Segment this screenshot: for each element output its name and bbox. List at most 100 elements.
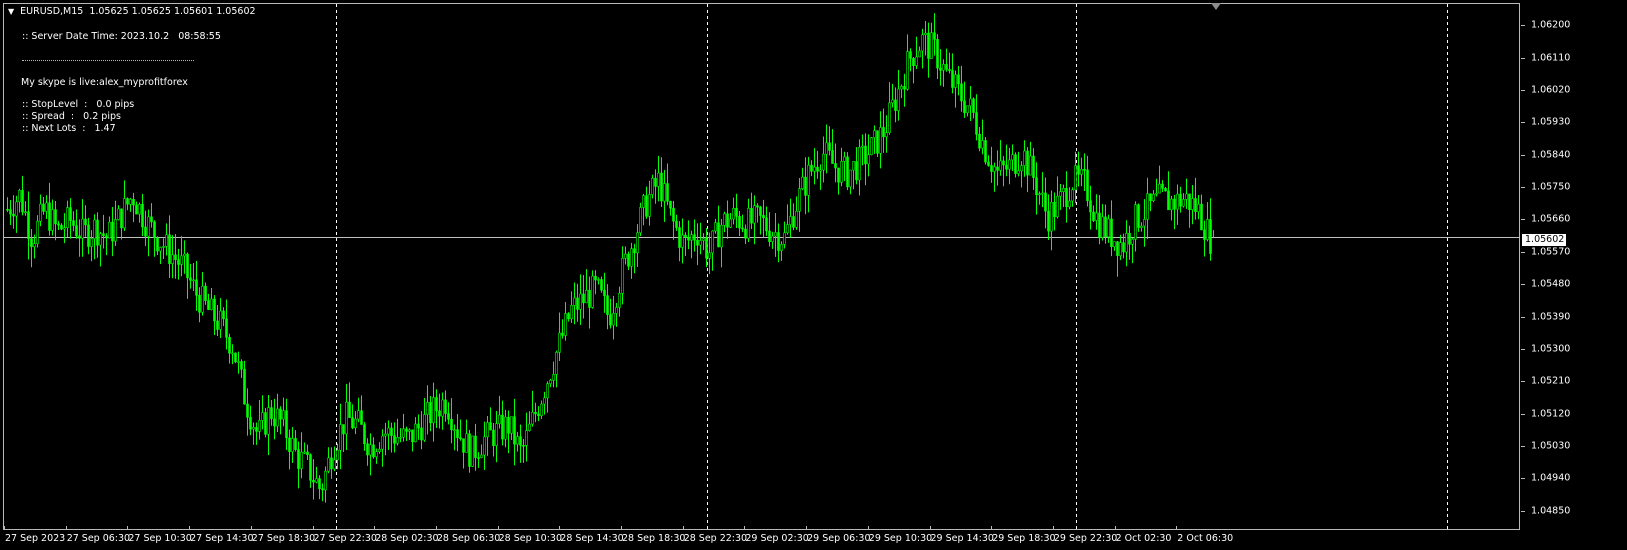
candle <box>966 105 969 117</box>
candle <box>444 390 447 422</box>
candle <box>1029 141 1032 176</box>
price-tick <box>1521 187 1525 189</box>
chart-shift-marker[interactable] <box>1211 3 1221 10</box>
candle <box>471 435 474 467</box>
candle <box>954 70 957 108</box>
price-chart[interactable] <box>0 0 1521 530</box>
candle <box>549 378 552 388</box>
candle <box>840 147 843 187</box>
candle <box>456 414 459 452</box>
candle <box>324 466 327 503</box>
candle <box>135 201 138 215</box>
candle <box>78 219 81 257</box>
candle <box>642 193 645 226</box>
candle <box>12 195 15 229</box>
candle <box>792 203 795 231</box>
price-tick <box>1521 381 1525 383</box>
candle <box>870 136 873 156</box>
time-axis[interactable]: 27 Sep 2023 27 Sep 06:30 27 Sep 10:30 27 Se… <box>0 526 1521 550</box>
candle <box>1161 180 1164 192</box>
candle <box>30 229 33 268</box>
candle <box>795 196 798 230</box>
candle <box>273 398 276 440</box>
candle <box>390 422 393 453</box>
candle <box>1173 195 1176 230</box>
candle <box>447 402 450 425</box>
price-axis[interactable]: 1.06200 1.06110 1.06020 1.05930 1.05840 1.057… <box>1521 3 1627 530</box>
chart-header: ▼ EURUSD,M15 1.05625 1.05625 1.05601 1.0… <box>8 6 256 17</box>
candle <box>1014 152 1017 178</box>
candle <box>810 160 813 177</box>
candle <box>996 150 999 186</box>
candle <box>153 220 156 257</box>
time-tick <box>744 526 746 530</box>
candle <box>1083 153 1086 191</box>
candle <box>666 163 669 206</box>
time-tick <box>1114 526 1116 530</box>
candle <box>300 432 303 479</box>
candle <box>204 282 207 305</box>
candle <box>1098 195 1101 245</box>
candle <box>198 287 201 323</box>
candle <box>174 234 177 279</box>
candle <box>825 124 828 174</box>
candle <box>279 406 282 435</box>
candle <box>513 398 516 466</box>
candle <box>105 233 108 256</box>
time-label: 27 Sep 2023 <box>5 533 66 544</box>
candle <box>1005 144 1008 177</box>
candle <box>582 275 585 319</box>
candle <box>774 212 777 257</box>
candle <box>189 263 192 289</box>
candle <box>1038 191 1041 205</box>
candle <box>942 59 945 87</box>
candle <box>144 210 147 246</box>
candle <box>288 429 291 470</box>
candle <box>111 206 114 257</box>
candle <box>516 432 519 452</box>
price-label: 1.05210 <box>1531 375 1571 387</box>
candle <box>1041 172 1044 208</box>
candle <box>573 282 576 325</box>
candle <box>999 140 1002 176</box>
candle <box>192 263 195 292</box>
candle <box>231 344 234 365</box>
candle <box>1125 220 1128 267</box>
candle <box>126 197 129 211</box>
candle <box>1092 205 1095 222</box>
candle <box>114 200 117 247</box>
candle <box>540 400 543 419</box>
candle <box>921 28 924 69</box>
candle <box>195 260 198 311</box>
candle <box>177 248 180 280</box>
candle <box>1044 177 1047 229</box>
candle <box>744 224 747 245</box>
candle <box>474 423 477 471</box>
candle <box>333 446 336 472</box>
candle <box>699 222 702 255</box>
candle <box>201 271 204 316</box>
candle <box>612 295 615 340</box>
chart-menu-arrow-icon[interactable]: ▼ <box>8 7 14 16</box>
candle <box>624 246 627 265</box>
time-label: 28 Sep 10:30 <box>498 533 563 544</box>
candle <box>42 196 45 215</box>
candle <box>537 406 540 422</box>
candle <box>678 221 681 262</box>
candle <box>1026 147 1029 193</box>
candle <box>741 214 744 233</box>
candle <box>939 49 942 86</box>
candle <box>846 152 849 191</box>
candle <box>399 428 402 443</box>
candle <box>1119 234 1122 261</box>
candle <box>1152 189 1155 203</box>
candle <box>1101 204 1104 241</box>
candle <box>654 169 657 204</box>
candle <box>837 167 840 195</box>
candle <box>987 155 990 167</box>
time-tick <box>682 526 684 530</box>
price-tick <box>1521 90 1525 92</box>
candle <box>75 209 78 239</box>
candle <box>240 359 243 378</box>
candle <box>588 276 591 329</box>
